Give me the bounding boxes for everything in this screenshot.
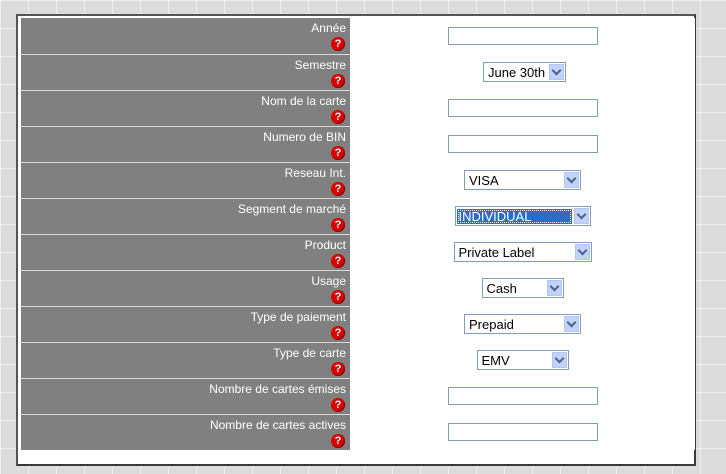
bin-input[interactable]: [447, 135, 598, 153]
form-row-cartes-emises: Nombre de cartes émises ?: [21, 378, 695, 415]
help-icon[interactable]: ?: [331, 181, 345, 196]
field-cell: Private Label: [350, 234, 695, 270]
field-cell: INDIVIDUAL: [350, 198, 695, 234]
label-cell: Usage ?: [21, 270, 350, 307]
form-table: Année ? Semestre ? June 30th Nom de la c…: [21, 18, 695, 450]
help-icon[interactable]: ?: [331, 433, 345, 448]
field-label: Nom de la carte: [261, 93, 346, 108]
form-panel: Année ? Semestre ? June 30th Nom de la c…: [16, 14, 696, 466]
product-select[interactable]: Private Label: [453, 242, 592, 262]
help-icon[interactable]: ?: [331, 361, 345, 376]
semestre-select-value: June 30th: [488, 64, 546, 80]
label-cell: Type de paiement ?: [21, 306, 350, 343]
form-row-type-carte: Type de carte ? EMV: [21, 342, 695, 379]
annee-input[interactable]: [447, 27, 598, 45]
usage-select-value: Cash: [486, 280, 517, 296]
usage-select[interactable]: Cash: [481, 278, 564, 298]
chevron-down-icon[interactable]: [573, 208, 589, 224]
field-cell: EMV: [350, 342, 695, 378]
field-cell: [350, 414, 695, 450]
reseau-select-value: VISA: [469, 172, 499, 188]
help-icon[interactable]: ?: [331, 145, 345, 160]
type-paiement-select-value: Prepaid: [469, 316, 514, 332]
form-row-usage: Usage ? Cash: [21, 270, 695, 307]
field-label: Reseau Int.: [284, 165, 346, 180]
field-label: Segment de marché: [237, 201, 346, 216]
form-row-nom-carte: Nom de la carte ?: [21, 90, 695, 127]
field-cell: [350, 18, 695, 54]
segment-select-value: INDIVIDUAL: [456, 208, 572, 224]
help-icon[interactable]: ?: [331, 217, 345, 232]
label-cell: Type de carte ?: [21, 342, 350, 379]
label-cell: Semestre ?: [21, 54, 350, 91]
field-label: Nombre de cartes actives: [209, 417, 346, 432]
chevron-down-icon[interactable]: [546, 280, 562, 296]
cartes-actives-input[interactable]: [447, 423, 598, 441]
help-icon[interactable]: ?: [331, 253, 345, 268]
help-icon[interactable]: ?: [331, 325, 345, 340]
label-cell: Nom de la carte ?: [21, 90, 350, 127]
field-cell: [350, 90, 695, 126]
form-row-bin: Numero de BIN ?: [21, 126, 695, 163]
field-cell: [350, 378, 695, 414]
label-cell: Segment de marché ?: [21, 198, 350, 235]
form-row-product: Product ? Private Label: [21, 234, 695, 271]
field-label: Product: [304, 237, 346, 252]
help-icon[interactable]: ?: [331, 289, 345, 304]
help-icon[interactable]: ?: [331, 73, 345, 88]
label-cell: Nombre de cartes actives ?: [21, 414, 350, 450]
field-label: Année: [311, 21, 346, 35]
field-label: Usage: [311, 273, 346, 288]
cartes-emises-input[interactable]: [447, 387, 598, 405]
field-label: Numero de BIN: [263, 129, 346, 144]
field-cell: [350, 126, 695, 162]
field-label: Type de carte: [273, 345, 346, 360]
field-cell: Prepaid: [350, 306, 695, 342]
type-paiement-select[interactable]: Prepaid: [464, 314, 581, 334]
chevron-down-icon[interactable]: [574, 244, 590, 260]
help-icon[interactable]: ?: [331, 37, 345, 51]
label-cell: Reseau Int. ?: [21, 162, 350, 199]
field-cell: June 30th: [350, 54, 695, 90]
chevron-down-icon[interactable]: [549, 64, 564, 80]
form-row-semestre: Semestre ? June 30th: [21, 54, 695, 91]
type-carte-select-value: EMV: [481, 352, 510, 368]
label-cell: Product ?: [21, 234, 350, 271]
field-label: Type de paiement: [250, 309, 346, 324]
field-cell: Cash: [350, 270, 695, 306]
form-row-cartes-actives: Nombre de cartes actives ?: [21, 414, 695, 450]
field-cell: VISA: [350, 162, 695, 198]
semestre-select[interactable]: June 30th: [483, 62, 566, 82]
nom-carte-input[interactable]: [447, 99, 598, 117]
help-icon[interactable]: ?: [331, 109, 345, 124]
form-row-reseau: Reseau Int. ? VISA: [21, 162, 695, 199]
chevron-down-icon[interactable]: [564, 316, 579, 332]
field-label: Nombre de cartes émises: [209, 381, 346, 396]
label-cell: Nombre de cartes émises ?: [21, 378, 350, 415]
label-cell: Numero de BIN ?: [21, 126, 350, 163]
form-row-annee: Année ?: [21, 18, 695, 55]
help-icon[interactable]: ?: [331, 397, 345, 412]
form-row-type-paiement: Type de paiement ? Prepaid: [21, 306, 695, 343]
chevron-down-icon[interactable]: [564, 172, 579, 188]
reseau-select[interactable]: VISA: [464, 170, 581, 190]
field-label: Semestre: [294, 57, 346, 72]
product-select-value: Private Label: [458, 244, 535, 260]
chevron-down-icon[interactable]: [551, 352, 567, 368]
type-carte-select[interactable]: EMV: [476, 350, 569, 370]
segment-select[interactable]: INDIVIDUAL: [454, 206, 591, 226]
label-cell: Année ?: [21, 18, 350, 55]
form-row-segment: Segment de marché ? INDIVIDUAL: [21, 198, 695, 235]
